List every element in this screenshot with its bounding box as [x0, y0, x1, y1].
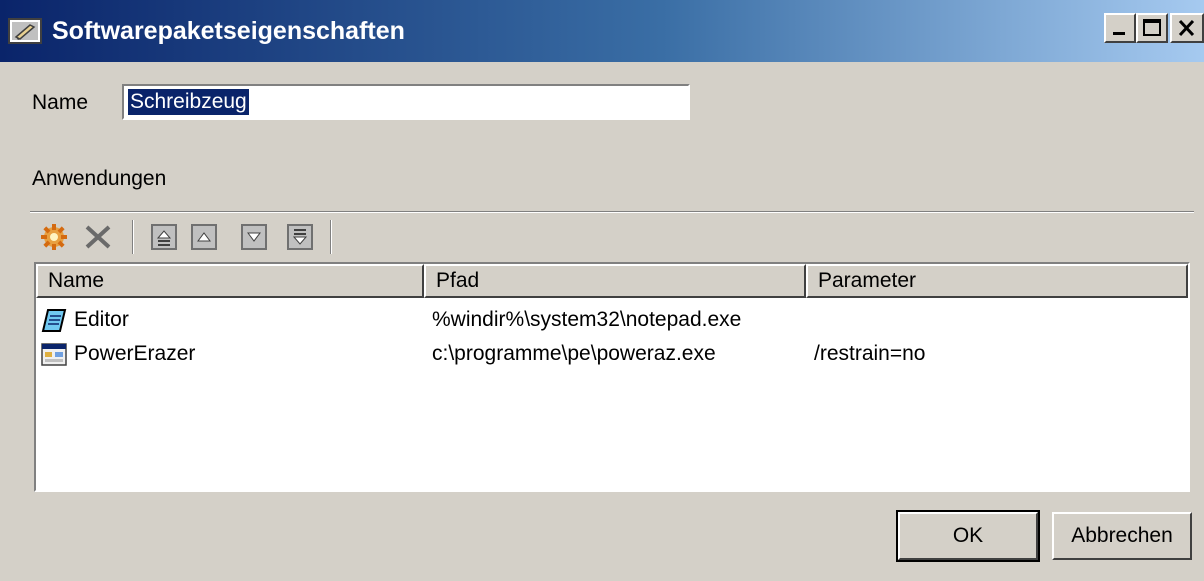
close-icon [1178, 19, 1195, 37]
name-field[interactable]: Schreibzeug [122, 84, 690, 120]
package-properties-icon [8, 17, 44, 45]
dialog-window: Softwarepaketseigenschaften Name Schreib… [0, 0, 1204, 581]
window-title: Softwarepaketseigenschaften [52, 17, 405, 45]
delete-button[interactable] [84, 221, 112, 253]
list-item[interactable]: PowerErazer c:\programme\pe\poweraz.exe … [36, 338, 1188, 370]
list-item[interactable]: Editor %windir%\system32\notepad.exe [36, 304, 1188, 336]
item-name: PowerErazer [74, 342, 196, 365]
move-up-icon [191, 224, 217, 250]
move-bottom-icon [287, 224, 313, 250]
title-bar[interactable]: Softwarepaketseigenschaften [0, 0, 1204, 62]
item-parameter: /restrain=no [814, 342, 926, 365]
maximize-icon [1143, 19, 1161, 36]
cancel-button[interactable]: Abbrechen [1052, 512, 1192, 560]
move-down-icon [241, 224, 267, 250]
move-bottom-button[interactable] [286, 221, 314, 253]
minimize-button[interactable] [1104, 13, 1136, 43]
applications-label: Anwendungen [32, 167, 167, 190]
toolbar-separator [132, 220, 134, 254]
item-name: Editor [74, 308, 129, 331]
delete-icon [85, 225, 111, 249]
item-path: c:\programme\pe\poweraz.exe [432, 342, 716, 365]
toolbar-separator [330, 220, 332, 254]
move-top-icon [151, 224, 177, 250]
name-label: Name [32, 91, 89, 114]
column-header-parameter[interactable]: Parameter [806, 264, 1188, 298]
minimize-icon [1113, 32, 1125, 35]
application-icon [40, 340, 68, 368]
add-icon [41, 224, 67, 250]
name-field-value[interactable]: Schreibzeug [128, 89, 249, 115]
column-header-path[interactable]: Pfad [424, 264, 806, 298]
separator [30, 211, 1194, 213]
move-up-button[interactable] [190, 221, 218, 253]
close-button[interactable] [1170, 13, 1204, 43]
maximize-button[interactable] [1136, 13, 1168, 43]
ok-button[interactable]: OK [896, 510, 1040, 562]
move-down-button[interactable] [240, 221, 268, 253]
move-top-button[interactable] [150, 221, 178, 253]
item-path: %windir%\system32\notepad.exe [432, 308, 742, 331]
add-button[interactable] [40, 221, 68, 253]
notepad-icon [40, 306, 68, 334]
column-header-name[interactable]: Name [36, 264, 424, 298]
applications-list[interactable]: Name Pfad Parameter Editor %windir%\syst… [34, 262, 1190, 492]
list-header: Name Pfad Parameter [36, 264, 1188, 298]
